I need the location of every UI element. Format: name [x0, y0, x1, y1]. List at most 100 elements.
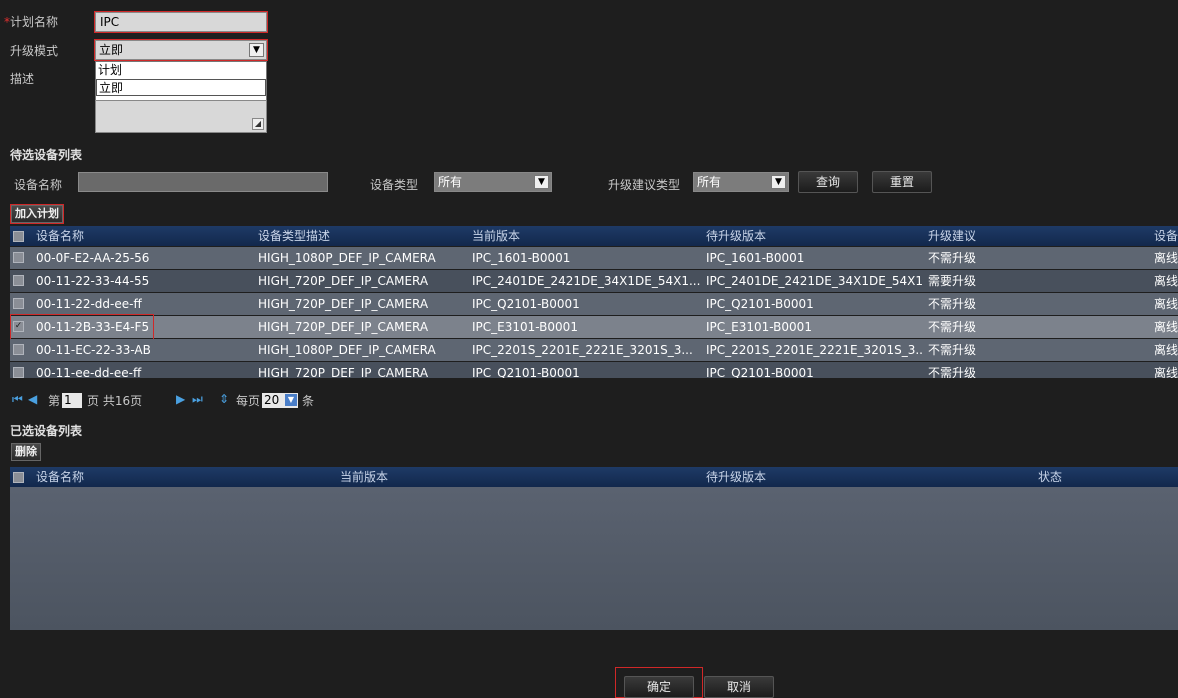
cell-target-version: IPC_2401DE_2421DE_34X1DE_54X1... — [706, 274, 924, 288]
cell-advice: 不需升级 — [928, 320, 977, 334]
cell-type-desc: HIGH_1080P_DEF_IP_CAMERA — [258, 343, 436, 357]
selected-table-header: 设备名称 当前版本 待升级版本 状态 — [10, 467, 1178, 487]
upgrade-mode-label: 升级模式 — [10, 44, 59, 58]
cancel-button[interactable]: 取消 — [704, 676, 774, 698]
col-status[interactable]: 状态 — [1038, 467, 1062, 487]
refresh-icon[interactable]: ⇕ — [219, 392, 229, 406]
table-row[interactable]: 00-11-EC-22-33-AB HIGH_1080P_DEF_IP_CAMER… — [10, 339, 1178, 361]
add-to-plan-button[interactable]: 加入计划 — [10, 204, 64, 224]
cell-device-name: 00-11-ee-dd-ee-ff — [36, 366, 142, 378]
cell-status: 离线 — [1154, 343, 1178, 357]
table-row[interactable]: 00-11-ee-dd-ee-ff HIGH_720P_DEF_IP_CAMERA… — [10, 362, 1178, 378]
candidate-table-header: 设备名称 设备类型描述 当前版本 待升级版本 升级建议 设备 — [10, 226, 1178, 246]
table-row[interactable]: ✓ 00-11-2B-33-E4-F5 HIGH_720P_DEF_IP_CAMER… — [10, 314, 1178, 340]
cell-device-name: 00-11-EC-22-33-AB — [36, 343, 151, 357]
description-label: 描述 — [10, 72, 35, 86]
cell-current-version: IPC_Q2101-B0001 — [472, 297, 580, 311]
cell-target-version: IPC_E3101-B0001 — [706, 320, 812, 334]
upgrade-mode-value: 立即 — [99, 43, 124, 57]
page-total: 页 共16页 — [87, 394, 143, 408]
col-target-version[interactable]: 待升级版本 — [706, 226, 766, 246]
option-plan[interactable]: 计划 — [96, 62, 266, 79]
cell-type-desc: HIGH_1080P_DEF_IP_CAMERA — [258, 251, 436, 265]
upgrade-mode-select[interactable]: 立即 ▼ — [94, 39, 268, 61]
query-button[interactable]: 查询 — [798, 171, 858, 193]
selection-highlight — [10, 314, 154, 340]
cell-current-version: IPC_2401DE_2421DE_34X1DE_54X1... — [472, 274, 701, 288]
suggest-type-value: 所有 — [697, 175, 722, 189]
device-type-label: 设备类型 — [370, 178, 419, 192]
cell-type-desc: HIGH_720P_DEF_IP_CAMERA — [258, 366, 429, 378]
suggest-type-label: 升级建议类型 — [608, 178, 681, 192]
col-status[interactable]: 设备 — [1154, 226, 1178, 246]
cell-device-name: 00-11-22-33-44-55 — [36, 274, 150, 288]
cell-target-version: IPC_2201S_2201E_2221E_3201S_3... — [706, 343, 924, 357]
col-target-version[interactable]: 待升级版本 — [706, 467, 766, 487]
cell-advice: 不需升级 — [928, 297, 977, 311]
cell-type-desc: HIGH_720P_DEF_IP_CAMERA — [258, 297, 429, 311]
prev-page-icon[interactable]: ◀ — [28, 392, 37, 406]
next-page-icon[interactable]: ▶ — [176, 392, 185, 406]
suggest-type-select[interactable]: 所有 ▼ — [693, 172, 789, 192]
device-name-input[interactable] — [78, 172, 328, 192]
col-current-version[interactable]: 当前版本 — [340, 467, 388, 487]
cell-advice: 不需升级 — [928, 343, 977, 357]
row-checkbox[interactable] — [13, 367, 24, 378]
cell-advice: 不需升级 — [928, 251, 977, 265]
chevron-down-icon[interactable]: ▼ — [534, 175, 549, 189]
cell-target-version: IPC_Q2101-B0001 — [706, 297, 814, 311]
per-page-select[interactable]: 20 ▼ — [262, 393, 298, 408]
row-checkbox[interactable] — [13, 252, 24, 263]
col-current-version[interactable]: 当前版本 — [472, 226, 520, 246]
pager: ⏮ ◀ 第 1 页 共16页 ▶ ⏭ ⇕ 每页 20 ▼ 条 — [12, 392, 412, 410]
table-row[interactable]: 00-11-22-33-44-55 HIGH_720P_DEF_IP_CAMERA… — [10, 270, 1178, 292]
description-textarea[interactable]: ◢ — [95, 100, 267, 133]
plan-name-input[interactable]: IPC — [94, 11, 268, 33]
chevron-down-icon[interactable]: ▼ — [771, 175, 786, 189]
per-page-unit: 条 — [302, 394, 315, 408]
device-type-value: 所有 — [438, 175, 463, 189]
col-device-name[interactable]: 设备名称 — [36, 226, 84, 246]
cell-device-name: 00-11-22-dd-ee-ff — [36, 297, 142, 311]
reset-button[interactable]: 重置 — [872, 171, 932, 193]
cell-status: 离线 — [1154, 320, 1178, 334]
chevron-down-icon[interactable]: ▼ — [249, 43, 264, 57]
table-bottom-edge — [10, 386, 1178, 388]
upgrade-mode-dropdown: 计划 立即 — [95, 61, 267, 101]
cell-target-version: IPC_1601-B0001 — [706, 251, 805, 265]
per-page-label: 每页 — [236, 394, 261, 408]
table-row[interactable]: 00-11-22-dd-ee-ff HIGH_720P_DEF_IP_CAMERA… — [10, 293, 1178, 315]
cell-current-version: IPC_1601-B0001 — [472, 251, 571, 265]
cell-target-version: IPC_Q2101-B0001 — [706, 366, 814, 378]
selected-list-title: 已选设备列表 — [10, 424, 83, 438]
cell-current-version: IPC_E3101-B0001 — [472, 320, 578, 334]
cell-device-name: 00-0F-E2-AA-25-56 — [36, 251, 150, 265]
resize-handle-icon[interactable]: ◢ — [252, 118, 264, 130]
table-row[interactable]: 00-0F-E2-AA-25-56 HIGH_1080P_DEF_IP_CAMER… — [10, 247, 1178, 269]
device-type-select[interactable]: 所有 ▼ — [434, 172, 552, 192]
page-number-input[interactable]: 1 — [62, 393, 82, 408]
confirm-button[interactable]: 确定 — [624, 676, 694, 698]
select-all-checkbox[interactable] — [13, 231, 24, 242]
select-all-checkbox[interactable] — [13, 472, 24, 483]
row-checkbox[interactable] — [13, 298, 24, 309]
col-device-name[interactable]: 设备名称 — [36, 467, 84, 487]
cell-status: 离线 — [1154, 366, 1178, 378]
chevron-down-icon[interactable]: ▼ — [285, 394, 297, 406]
cell-advice: 不需升级 — [928, 366, 977, 378]
cell-advice: 需要升级 — [928, 274, 977, 288]
row-checkbox[interactable] — [13, 275, 24, 286]
per-page-value: 20 — [264, 393, 280, 407]
cell-current-version: IPC_2201S_2201E_2221E_3201S_3... — [472, 343, 693, 357]
col-type-desc[interactable]: 设备类型描述 — [258, 226, 330, 246]
last-page-icon[interactable]: ⏭ — [192, 392, 203, 407]
delete-button[interactable]: 删除 — [11, 443, 41, 461]
device-name-label: 设备名称 — [14, 178, 63, 192]
row-checkbox[interactable] — [13, 344, 24, 355]
option-immediate[interactable]: 立即 — [96, 79, 266, 96]
first-page-icon[interactable]: ⏮ — [12, 392, 23, 407]
cell-type-desc: HIGH_720P_DEF_IP_CAMERA — [258, 274, 429, 288]
selected-table-body — [10, 487, 1178, 630]
cell-current-version: IPC_Q2101-B0001 — [472, 366, 580, 378]
col-advice[interactable]: 升级建议 — [928, 226, 976, 246]
